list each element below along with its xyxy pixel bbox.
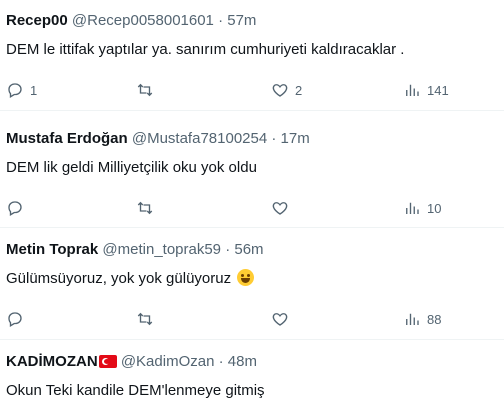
heart-icon xyxy=(272,202,288,215)
like-count: 2 xyxy=(295,82,303,98)
reply-button[interactable]: 1 xyxy=(6,80,37,100)
tweet[interactable]: Mustafa Erdoğan @Mustafa78100254 · 17m D… xyxy=(0,118,504,228)
tweet-text-container: Gülümsüyoruz, yok yok gülüyoruz xyxy=(6,269,255,288)
tweet-header: Recep00 @Recep0058001601 · 57m xyxy=(6,12,256,30)
tweet-header: Metin Toprak @metin_toprak59 · 56m xyxy=(6,241,264,259)
retweet-icon xyxy=(137,201,153,215)
tweet-text: Gülümsüyoruz, yok yok gülüyoruz xyxy=(6,270,232,287)
heart-icon xyxy=(272,313,288,326)
tweet-actions: 88 xyxy=(0,309,504,329)
tweet[interactable]: KADİMOZAN @KadimOzan · 48m Okun Teki kan… xyxy=(0,341,504,415)
timestamp[interactable]: 57m xyxy=(227,12,256,29)
tweet-feed: Recep00 @Recep0058001601 · 57m DEM le it… xyxy=(0,0,504,415)
reply-icon xyxy=(8,83,22,98)
author-handle[interactable]: @Mustafa78100254 xyxy=(132,130,267,147)
views-count: 88 xyxy=(427,311,442,327)
like-button[interactable]: 2 xyxy=(271,80,302,100)
retweet-icon xyxy=(137,312,153,326)
tweet-text: Okun Teki kandile DEM'lenmeye gitmiş xyxy=(6,382,265,399)
views-icon xyxy=(406,84,419,96)
views-button[interactable]: 10 xyxy=(403,198,441,218)
author-handle[interactable]: @Recep0058001601 xyxy=(72,12,214,29)
tweet-text: DEM lik geldi Milliyetçilik oku yok oldu xyxy=(6,159,257,176)
tweet-actions: 10 xyxy=(0,198,504,218)
heart-icon xyxy=(272,84,288,97)
separator-dot: · xyxy=(225,241,231,258)
turkey-flag-icon xyxy=(98,355,117,368)
views-button[interactable]: 141 xyxy=(403,80,449,100)
tweet[interactable]: Recep00 @Recep0058001601 · 57m DEM le it… xyxy=(0,0,504,111)
author-name[interactable]: Metin Toprak xyxy=(6,241,98,258)
separator-dot: · xyxy=(218,353,224,370)
retweet-icon xyxy=(137,83,153,97)
tweet-text: DEM le ittifak yaptılar ya. sanırım cumh… xyxy=(6,41,405,58)
timestamp[interactable]: 56m xyxy=(234,241,263,258)
retweet-button[interactable] xyxy=(136,309,160,329)
timestamp[interactable]: 48m xyxy=(228,353,257,370)
views-icon xyxy=(406,202,419,214)
rolling-on-floor-laughing-icon xyxy=(237,269,255,286)
like-button[interactable] xyxy=(271,198,295,218)
reply-button[interactable] xyxy=(6,309,30,329)
reply-icon xyxy=(8,201,22,216)
author-name[interactable]: KADİMOZAN xyxy=(6,353,98,370)
tweet[interactable]: Metin Toprak @metin_toprak59 · 56m Gülüm… xyxy=(0,229,504,340)
separator-dot: · xyxy=(271,130,277,147)
retweet-button[interactable] xyxy=(136,198,160,218)
views-button[interactable]: 88 xyxy=(403,309,441,329)
author-handle[interactable]: @metin_toprak59 xyxy=(102,241,221,258)
separator-dot: · xyxy=(218,12,224,29)
tweet-actions: 1 2 141 xyxy=(0,80,504,100)
retweet-button[interactable] xyxy=(136,80,160,100)
tweet-header: KADİMOZAN @KadimOzan · 48m xyxy=(6,353,257,371)
reply-count: 1 xyxy=(30,82,38,98)
author-name[interactable]: Recep00 xyxy=(6,12,68,29)
author-handle[interactable]: @KadimOzan xyxy=(121,353,215,370)
like-button[interactable] xyxy=(271,309,295,329)
reply-icon xyxy=(8,312,22,327)
tweet-header: Mustafa Erdoğan @Mustafa78100254 · 17m xyxy=(6,130,310,148)
timestamp[interactable]: 17m xyxy=(281,130,310,147)
views-count: 10 xyxy=(427,200,442,216)
views-icon xyxy=(406,313,419,325)
views-count: 141 xyxy=(427,82,449,98)
reply-button[interactable] xyxy=(6,198,30,218)
author-name[interactable]: Mustafa Erdoğan xyxy=(6,130,128,147)
